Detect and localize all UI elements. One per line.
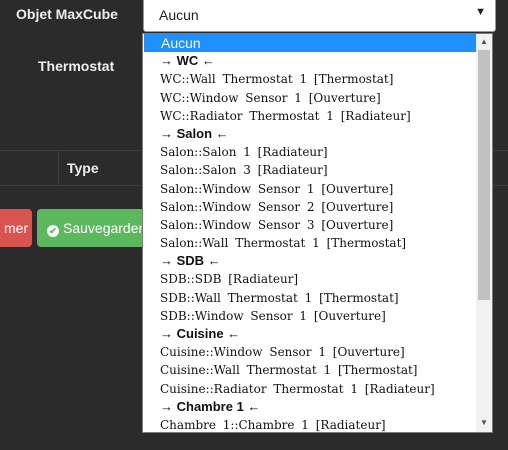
select-dropdown-list[interactable]: Aucun → WC ← WC::Wall Thermostat 1 [Thermo… (142, 33, 493, 433)
dropdown-option[interactable]: Salon::Window Sensor 1 [Ouverture] (143, 180, 476, 198)
option-group-header: → Salon ← (160, 125, 229, 141)
cancel-button[interactable]: mer (0, 209, 32, 247)
dropdown-option[interactable]: Salon::Window Sensor 2 [Ouverture] (143, 198, 476, 216)
option-group-header: → Chambre 1 ← (160, 398, 261, 414)
thermostat-label: Thermostat (38, 58, 115, 74)
dropdown-option[interactable]: Cuisine::Radiator Thermostat 1 [Radiateu… (143, 380, 476, 398)
check-circle-icon: ✔ (47, 225, 59, 237)
dropdown-option[interactable]: SDB::Window Sensor 1 [Ouverture] (143, 307, 476, 325)
column-header-type: Type (67, 160, 99, 176)
dropdown-option[interactable]: Aucun (144, 34, 476, 53)
dropdown-option[interactable]: Salon::Salon 3 [Radiateur] (143, 161, 476, 179)
option-group-header: → WC ← (160, 53, 215, 69)
dropdown-option[interactable]: Salon::Salon 1 [Radiateur] (143, 143, 476, 161)
dropdown-option[interactable]: WC::Radiator Thermostat 1 [Radiateur] (143, 107, 476, 125)
dropdown-option[interactable]: SDB::SDB [Radiateur] (143, 270, 476, 288)
dropdown-option[interactable]: SDB::Wall Thermostat 1 [Thermostat] (143, 289, 476, 307)
scrollbar[interactable]: ▲ ▼ (476, 34, 492, 432)
option-group-header: → SDB ← (160, 253, 221, 269)
scrollbar-thumb[interactable] (478, 50, 490, 300)
column-divider (58, 151, 59, 185)
cancel-button-label: mer (4, 220, 29, 236)
save-button-label: Sauvegarder (63, 220, 144, 236)
dropdown-option[interactable]: WC::Wall Thermostat 1 [Thermostat] (143, 70, 476, 88)
objet-maxcube-label: Objet MaxCube (16, 6, 118, 22)
dropdown-option[interactable]: Salon::Window Sensor 3 [Ouverture] (143, 216, 476, 234)
select-current-value: Aucun (159, 7, 199, 23)
dropdown-option[interactable]: Salon::Wall Thermostat 1 [Thermostat] (143, 234, 476, 252)
save-button[interactable]: ✔ Sauvegarder (37, 209, 157, 247)
dropdown-option[interactable]: WC::Window Sensor 1 [Ouverture] (143, 89, 476, 107)
maxcube-object-select[interactable]: Aucun ▼ (143, 0, 496, 32)
scroll-up-arrow-icon[interactable]: ▲ (476, 35, 492, 49)
dropdown-arrow-icon: ▼ (475, 6, 486, 18)
option-group-header: → Cuisine ← (160, 326, 241, 341)
scroll-down-arrow-icon[interactable]: ▼ (476, 416, 492, 430)
options-list: Aucun → WC ← WC::Wall Thermostat 1 [Thermo… (143, 34, 476, 432)
dropdown-option[interactable]: Cuisine::Wall Thermostat 1 [Thermostat] (143, 361, 476, 379)
dropdown-option[interactable]: Chambre 1::Chambre 1 [Radiateur] (143, 416, 476, 432)
dropdown-option[interactable]: Cuisine::Window Sensor 1 [Ouverture] (143, 343, 476, 361)
